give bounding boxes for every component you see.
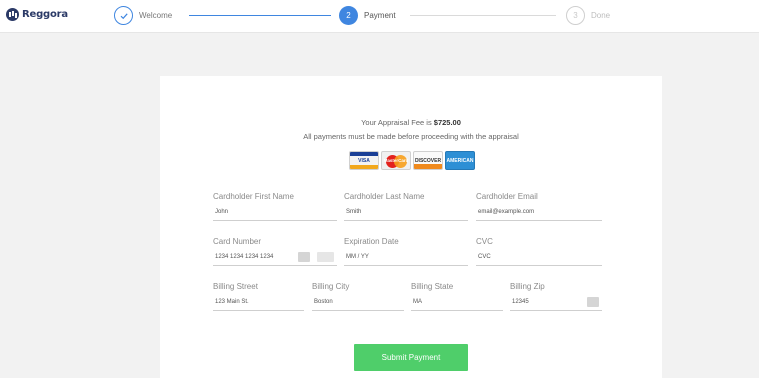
field-label: Billing State bbox=[411, 282, 454, 291]
expiration-field: Expiration Date MM / YY bbox=[344, 237, 468, 266]
field-label: Cardholder Last Name bbox=[344, 192, 425, 201]
mastercard-icon: MasterCard bbox=[381, 151, 411, 170]
street-field: Billing Street 123 Main St. bbox=[213, 282, 304, 311]
email-input[interactable]: email@example.com bbox=[476, 207, 602, 221]
cvc-input[interactable]: CVC bbox=[476, 252, 602, 266]
field-label: Cardholder First Name bbox=[213, 192, 294, 201]
brand-name: Reggora bbox=[22, 9, 68, 20]
brand-logo[interactable]: Reggora bbox=[6, 8, 68, 21]
field-label: Expiration Date bbox=[344, 237, 399, 246]
appraisal-fee: Your Appraisal Fee is $725.00 bbox=[160, 118, 662, 127]
field-label: CVC bbox=[476, 237, 493, 246]
field-label: Billing Zip bbox=[510, 282, 545, 291]
fee-prefix: Your Appraisal Fee is bbox=[361, 118, 434, 127]
step-label: Welcome bbox=[139, 11, 173, 20]
location-lookup-icon[interactable] bbox=[587, 297, 599, 307]
zip-field: Billing Zip 12345 bbox=[510, 282, 602, 311]
field-label: Billing City bbox=[312, 282, 350, 291]
city-field: Billing City Boston bbox=[312, 282, 404, 311]
field-label: Card Number bbox=[213, 237, 262, 246]
step-number: 3 bbox=[566, 6, 585, 25]
card-type-icon bbox=[317, 252, 334, 262]
field-label: Billing Street bbox=[213, 282, 258, 291]
visa-icon: VISA bbox=[349, 151, 379, 170]
step-number: 2 bbox=[339, 6, 358, 25]
payment-form-card: Your Appraisal Fee is $725.00 All paymen… bbox=[160, 76, 662, 378]
step-connector bbox=[410, 15, 556, 16]
submit-payment-button[interactable]: Submit Payment bbox=[354, 344, 468, 371]
fee-amount: $725.00 bbox=[433, 118, 461, 127]
amex-icon: AMERICAN bbox=[445, 151, 475, 170]
card-number-field: Card Number 1234 1234 1234 1234 bbox=[213, 237, 337, 266]
first-name-input[interactable]: John bbox=[213, 207, 337, 221]
step-label: Done bbox=[591, 11, 611, 20]
last-name-field: Cardholder Last Name Smith bbox=[344, 192, 468, 221]
step-done: 3 Done bbox=[566, 6, 610, 25]
cvc-field: CVC CVC bbox=[476, 237, 602, 266]
step-payment: 2 Payment bbox=[339, 6, 396, 25]
accepted-cards: VISA MasterCard DISCOVER AMERICAN bbox=[349, 151, 475, 170]
reggora-logo-icon bbox=[6, 8, 19, 21]
step-label: Payment bbox=[364, 11, 396, 20]
step-welcome: Welcome bbox=[114, 6, 172, 25]
last-name-input[interactable]: Smith bbox=[344, 207, 468, 221]
card-scan-icon[interactable] bbox=[298, 252, 310, 262]
street-input[interactable]: 123 Main St. bbox=[213, 297, 304, 311]
checkmark-icon bbox=[114, 6, 133, 25]
city-input[interactable]: Boston bbox=[312, 297, 404, 311]
payment-notice: All payments must be made before proceed… bbox=[303, 132, 519, 141]
state-input[interactable]: MA bbox=[411, 297, 503, 311]
discover-icon: DISCOVER bbox=[413, 151, 443, 170]
step-connector bbox=[189, 15, 331, 16]
email-field: Cardholder Email email@example.com bbox=[476, 192, 602, 221]
state-field: Billing State MA bbox=[411, 282, 503, 311]
expiration-input[interactable]: MM / YY bbox=[344, 252, 468, 266]
field-label: Cardholder Email bbox=[476, 192, 538, 201]
header-bar: Reggora Welcome 2 Payment 3 Done bbox=[0, 0, 759, 33]
first-name-field: Cardholder First Name John bbox=[213, 192, 337, 221]
